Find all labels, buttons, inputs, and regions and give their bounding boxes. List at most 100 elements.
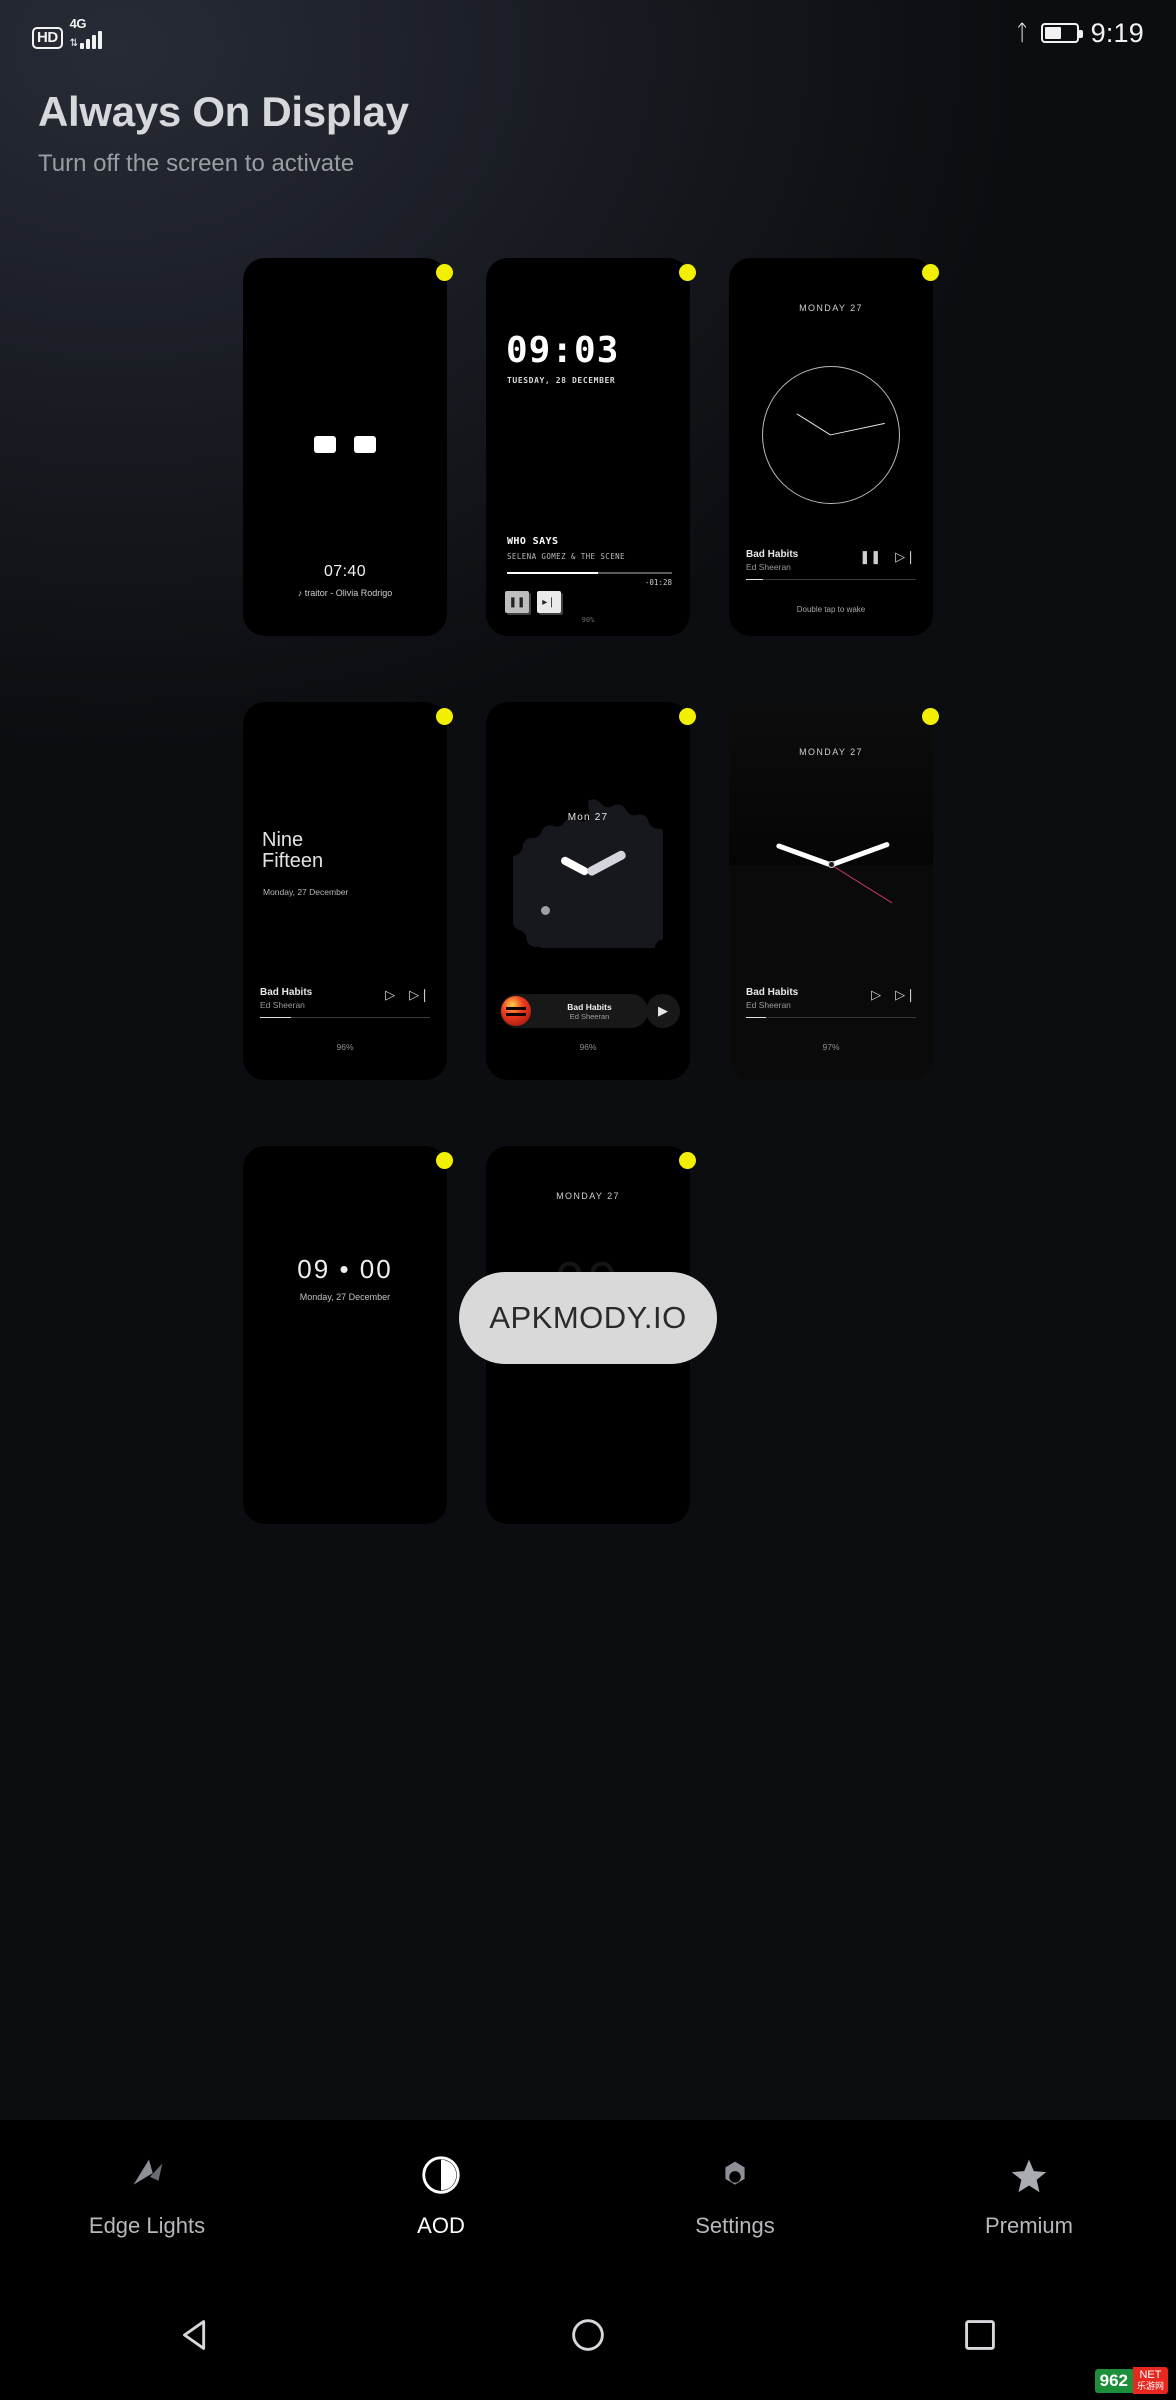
pause-icon[interactable]: ❚❚ <box>859 549 881 565</box>
clock-dot-marker <box>541 906 550 915</box>
media-controls: ❚❚ ▷❘ <box>859 549 916 565</box>
media-controls: ▷ ▷❘ <box>871 987 916 1003</box>
next-track-icon[interactable]: ▷❘ <box>895 987 916 1003</box>
word-clock-line-1: Nine <box>262 829 304 851</box>
preview-track-artist: Ed Sheeran <box>569 1011 610 1021</box>
preview-time: 07:40 <box>323 563 367 580</box>
selected-dot[interactable] <box>436 1152 453 1169</box>
preview-battery: 90% <box>581 616 595 624</box>
selected-dot[interactable] <box>679 264 696 281</box>
preview-track-artist: SELENA GOMEZ & THE SCENE <box>507 552 625 561</box>
site-badge-secondary: NET 乐游网 <box>1132 2367 1168 2394</box>
pause-icon[interactable]: ❚❚ <box>505 591 529 613</box>
signal-bars-icon <box>80 31 103 49</box>
preview-track-title: WHO SAYS <box>507 536 559 547</box>
play-icon[interactable]: ▷ <box>871 987 881 1003</box>
aod-preview-7[interactable]: 09 • 00 Monday, 27 December <box>243 1146 447 1524</box>
network-generation-label: 4G <box>69 16 87 31</box>
preview-time: 09 • 00 <box>297 1254 393 1284</box>
preview-word-clock: Nine Fifteen <box>262 830 323 872</box>
square-glyphs <box>243 436 447 453</box>
progress-bar <box>260 1017 430 1018</box>
aod-style-card[interactable]: Nine Fifteen Monday, 27 December Bad Hab… <box>243 702 453 1080</box>
aod-style-card[interactable]: 09 • 00 Monday, 27 December <box>243 1146 453 1524</box>
preview-date: Monday, 27 December <box>299 1292 391 1302</box>
aod-style-card[interactable]: MONDAY 27 Bad Habits Ed Sheeran ▷ ▷❘ 97% <box>729 702 939 1080</box>
music-note-icon: ♪ <box>297 588 303 598</box>
media-widget: Bad Habits Ed Sheeran ❚❚ ▷❘ <box>746 549 916 580</box>
home-button[interactable] <box>561 2308 615 2362</box>
selected-dot[interactable] <box>436 264 453 281</box>
aod-style-card[interactable]: Mon 27 Bad Habits Ed Sheeran ▶ 96% <box>486 702 696 1080</box>
site-badge-bottom: 乐游网 <box>1136 2380 1164 2391</box>
preview-hint: Double tap to wake <box>796 605 866 614</box>
preview-date: Mon 27 <box>567 812 609 823</box>
preview-date: MONDAY 27 <box>799 303 863 313</box>
preview-remaining-time: -01:28 <box>644 578 672 587</box>
aod-style-card[interactable]: 07:40 ♪ traitor - Olivia Rodrigo <box>243 258 453 636</box>
gear-icon <box>711 2151 759 2199</box>
aod-preview-3[interactable]: MONDAY 27 Bad Habits Ed Sheeran ❚❚ ▷❘ Do… <box>729 258 933 636</box>
nav-item-premium[interactable]: Premium <box>882 2151 1176 2239</box>
album-art-icon <box>501 996 531 1026</box>
aod-preview-5[interactable]: Mon 27 Bad Habits Ed Sheeran ▶ 96% <box>486 702 690 1080</box>
nav-item-aod[interactable]: AOD <box>294 2151 588 2239</box>
android-system-navbar <box>0 2270 1176 2400</box>
progress-bar <box>746 579 916 580</box>
clock-hub <box>827 861 835 869</box>
recents-button[interactable] <box>953 2308 1007 2362</box>
next-track-icon[interactable]: ▸❘ <box>537 591 561 613</box>
nav-label: Edge Lights <box>88 2213 206 2238</box>
media-widget: Bad Habits Ed Sheeran ▷ ▷❘ <box>260 987 430 1018</box>
preview-song-text: traitor - Olivia Rodrigo <box>304 588 393 598</box>
aod-clock-icon <box>417 2151 465 2199</box>
aod-preview-1[interactable]: 07:40 ♪ traitor - Olivia Rodrigo <box>243 258 447 636</box>
scalloped-clock-icon: Mon 27 <box>504 798 689 969</box>
bottom-navigation: Edge Lights AOD Settings Premium <box>0 2120 1176 2270</box>
second-hand <box>830 863 893 904</box>
preview-battery: 96% <box>579 1042 597 1052</box>
aod-preview-4[interactable]: Nine Fifteen Monday, 27 December Bad Hab… <box>243 702 447 1080</box>
status-bar-right: ᛏ 9:19 <box>1015 18 1144 49</box>
selected-dot[interactable] <box>922 708 939 725</box>
preview-date: MONDAY 27 <box>556 1191 620 1201</box>
app-screen: HD 4G ⇅ ᛏ 9:19 Always On Display Turn of… <box>0 0 1176 2400</box>
bluetooth-icon: ᛏ <box>1015 20 1029 45</box>
aod-style-card[interactable]: MONDAY 27 Bad Habits Ed Sheeran ❚❚ ▷❘ Do… <box>729 258 939 636</box>
status-bar-clock: 9:19 <box>1090 17 1144 48</box>
battery-icon <box>1040 23 1083 43</box>
nav-label: Premium <box>984 2213 1073 2238</box>
progress-bar <box>507 572 672 574</box>
play-icon[interactable]: ▶ <box>646 994 680 1028</box>
aod-preview-6[interactable]: MONDAY 27 Bad Habits Ed Sheeran ▷ ▷❘ 97% <box>729 702 933 1080</box>
preview-date: TUESDAY, 28 DECEMBER <box>507 376 616 385</box>
play-icon[interactable]: ▷ <box>385 987 395 1003</box>
aod-preview-2[interactable]: 09:03 TUESDAY, 28 DECEMBER WHO SAYS SELE… <box>486 258 690 636</box>
next-track-icon[interactable]: ▷❘ <box>409 987 430 1003</box>
media-widget: Bad Habits Ed Sheeran ▷ ▷❘ <box>746 987 916 1018</box>
selected-dot[interactable] <box>679 1152 696 1169</box>
site-badge: 962 NET 乐游网 <box>1094 2367 1168 2394</box>
preview-song-line: ♪ traitor - Olivia Rodrigo <box>243 588 447 598</box>
media-widget[interactable]: Bad Habits Ed Sheeran <box>500 994 648 1028</box>
site-watermark-pill: APKMODY.IO <box>459 1272 717 1364</box>
word-clock-line-2: Fifteen <box>262 850 324 872</box>
preview-track-title: Bad Habits <box>567 1001 612 1012</box>
hd-icon: HD <box>32 27 63 49</box>
selected-dot[interactable] <box>922 264 939 281</box>
nav-label: AOD <box>417 2213 465 2238</box>
aod-style-card[interactable]: 09:03 TUESDAY, 28 DECEMBER WHO SAYS SELE… <box>486 258 696 636</box>
site-badge-primary: 962 <box>1094 2368 1133 2393</box>
analog-clock-icon <box>762 366 900 504</box>
star-icon <box>1005 2151 1053 2199</box>
nav-item-settings[interactable]: Settings <box>588 2151 882 2239</box>
site-badge-top: NET <box>1139 2369 1162 2382</box>
back-button[interactable] <box>169 2308 223 2362</box>
media-controls: ▷ ▷❘ <box>385 987 430 1003</box>
preview-date: MONDAY 27 <box>799 747 863 757</box>
nav-item-edge-lights[interactable]: Edge Lights <box>0 2151 294 2239</box>
next-track-icon[interactable]: ▷❘ <box>895 549 916 565</box>
selected-dot[interactable] <box>679 708 696 725</box>
selected-dot[interactable] <box>436 708 453 725</box>
preview-time: 09:03 <box>506 330 620 371</box>
